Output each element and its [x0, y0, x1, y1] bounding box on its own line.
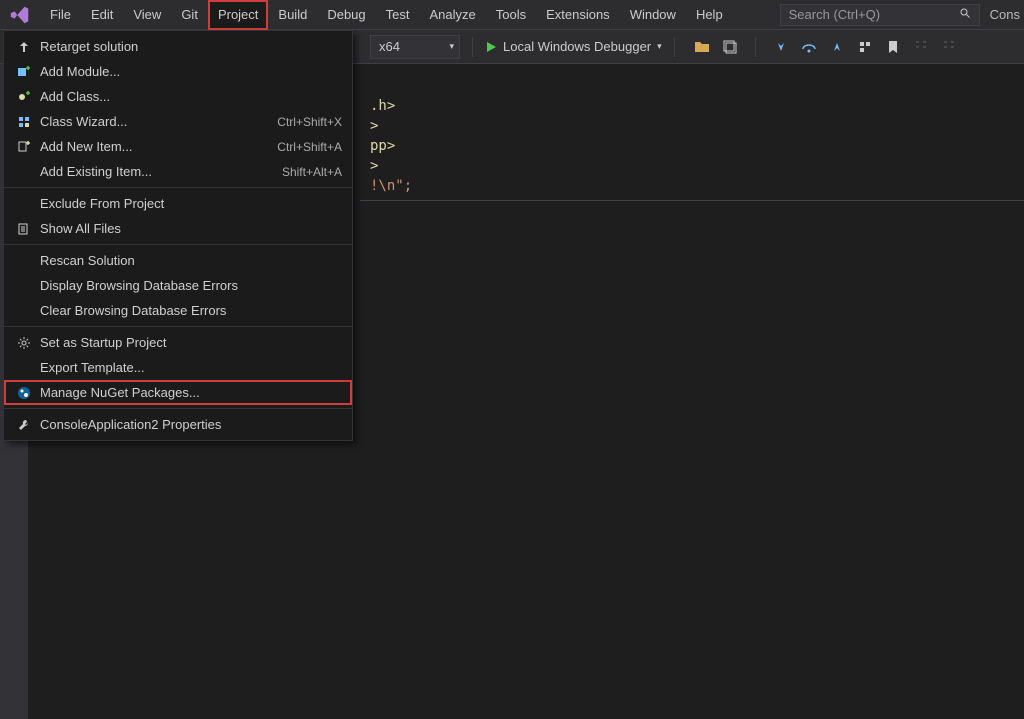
- menu-separator: [4, 244, 352, 245]
- menu-item-label: Exclude From Project: [40, 196, 342, 211]
- step-out-icon[interactable]: [828, 38, 846, 56]
- project-menu-item[interactable]: Manage NuGet Packages...: [4, 380, 352, 405]
- menu-item-label: Display Browsing Database Errors: [40, 278, 342, 293]
- search-icon: [959, 7, 971, 22]
- save-all-icon[interactable]: [721, 38, 739, 56]
- menu-item-label: Export Template...: [40, 360, 342, 375]
- menu-item-shortcut: Ctrl+Shift+X: [277, 115, 342, 129]
- wrench-icon: [14, 415, 34, 435]
- menu-tools[interactable]: Tools: [486, 0, 536, 30]
- menu-build[interactable]: Build: [268, 0, 317, 30]
- platform-dropdown[interactable]: x64: [370, 35, 460, 59]
- blank-icon: [14, 301, 34, 321]
- project-menu-item[interactable]: Export Template...: [4, 355, 352, 380]
- menu-project[interactable]: Project: [208, 0, 268, 30]
- bookmark-icon[interactable]: [884, 38, 902, 56]
- project-menu-item[interactable]: Show All Files: [4, 216, 352, 241]
- blank-icon: [14, 162, 34, 182]
- blank-icon: [14, 194, 34, 214]
- project-menu-item[interactable]: Add New Item...Ctrl+Shift+A: [4, 134, 352, 159]
- breakpoints-icon[interactable]: [856, 38, 874, 56]
- nuget-icon: [14, 383, 34, 403]
- window-title-fragment: Cons: [990, 7, 1020, 22]
- menu-item-shortcut: Shift+Alt+A: [282, 165, 342, 179]
- project-menu-dropdown: Retarget solution Add Module... Add Class.…: [3, 30, 353, 441]
- menubar: File Edit View Git Project Build Debug T…: [0, 0, 1024, 30]
- menu-item-shortcut: Ctrl+Shift+A: [277, 140, 342, 154]
- blank-icon: [14, 251, 34, 271]
- menu-git[interactable]: Git: [171, 0, 208, 30]
- menu-test[interactable]: Test: [376, 0, 420, 30]
- comment-icon[interactable]: [912, 38, 930, 56]
- menu-separator: [4, 326, 352, 327]
- run-button[interactable]: Local Windows Debugger ▾: [479, 35, 668, 59]
- menu-window[interactable]: Window: [620, 0, 686, 30]
- search-input[interactable]: Search (Ctrl+Q): [780, 4, 980, 26]
- project-menu-item[interactable]: ConsoleApplication2 Properties: [4, 412, 352, 437]
- menu-item-label: Class Wizard...: [40, 114, 277, 129]
- menu-item-label: ConsoleApplication2 Properties: [40, 417, 342, 432]
- step-over-icon[interactable]: [800, 38, 818, 56]
- menu-item-label: Show All Files: [40, 221, 342, 236]
- add-module-icon: [14, 62, 34, 82]
- menu-item-label: Set as Startup Project: [40, 335, 342, 350]
- add-class-icon: [14, 87, 34, 107]
- menu-debug[interactable]: Debug: [317, 0, 375, 30]
- menu-view[interactable]: View: [123, 0, 171, 30]
- menu-item-label: Add Existing Item...: [40, 164, 282, 179]
- search-placeholder: Search (Ctrl+Q): [789, 7, 880, 22]
- menu-extensions[interactable]: Extensions: [536, 0, 620, 30]
- project-menu-item[interactable]: Class Wizard...Ctrl+Shift+X: [4, 109, 352, 134]
- menu-item-label: Clear Browsing Database Errors: [40, 303, 342, 318]
- project-menu-item[interactable]: Display Browsing Database Errors: [4, 273, 352, 298]
- uncomment-icon[interactable]: [940, 38, 958, 56]
- project-menu-item[interactable]: Set as Startup Project: [4, 330, 352, 355]
- class-wizard-icon: [14, 112, 34, 132]
- blank-icon: [14, 358, 34, 378]
- menu-item-label: Add Module...: [40, 64, 342, 79]
- menu-item-label: Add New Item...: [40, 139, 277, 154]
- menu-separator: [4, 187, 352, 188]
- menu-separator: [4, 408, 352, 409]
- project-menu-item[interactable]: Exclude From Project: [4, 191, 352, 216]
- menu-file[interactable]: File: [40, 0, 81, 30]
- step-into-icon[interactable]: [772, 38, 790, 56]
- project-menu-item[interactable]: Add Class...: [4, 84, 352, 109]
- project-menu-item[interactable]: Add Module...: [4, 59, 352, 84]
- project-menu-item[interactable]: Rescan Solution: [4, 248, 352, 273]
- project-menu-item[interactable]: Retarget solution: [4, 34, 352, 59]
- menu-item-label: Retarget solution: [40, 39, 342, 54]
- project-menu-item[interactable]: Add Existing Item...Shift+Alt+A: [4, 159, 352, 184]
- blank-icon: [14, 276, 34, 296]
- menu-analyze[interactable]: Analyze: [419, 0, 485, 30]
- menu-item-label: Rescan Solution: [40, 253, 342, 268]
- menu-item-label: Add Class...: [40, 89, 342, 104]
- vs-logo-icon: [8, 3, 32, 27]
- arrow-up-icon: [14, 37, 34, 57]
- menu-help[interactable]: Help: [686, 0, 733, 30]
- menu-item-label: Manage NuGet Packages...: [40, 385, 342, 400]
- gear-icon: [14, 333, 34, 353]
- project-menu-item[interactable]: Clear Browsing Database Errors: [4, 298, 352, 323]
- add-item-icon: [14, 137, 34, 157]
- menu-edit[interactable]: Edit: [81, 0, 123, 30]
- open-folder-icon[interactable]: [693, 38, 711, 56]
- show-files-icon: [14, 219, 34, 239]
